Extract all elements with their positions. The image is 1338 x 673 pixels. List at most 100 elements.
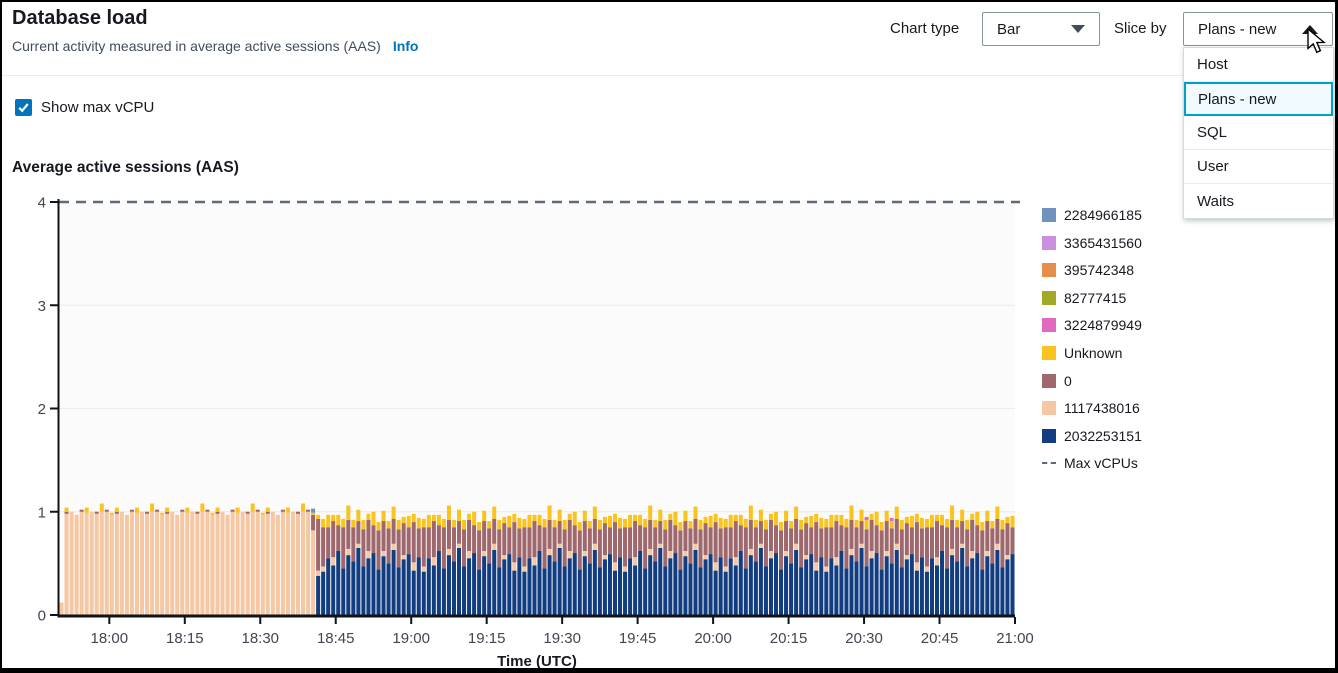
bar-segment (532, 521, 536, 557)
bar-segment (754, 520, 758, 527)
bar-segment (376, 522, 380, 530)
bar-segment (392, 519, 396, 544)
show-max-vcpu-row[interactable]: Show max vCPU (15, 99, 154, 116)
bar-segment (593, 507, 597, 519)
bar-segment (870, 514, 874, 520)
bar-segment (563, 529, 567, 566)
header-divider (2, 75, 1335, 76)
bar-segment (739, 525, 743, 551)
bar-segment (507, 527, 511, 554)
show-max-vcpu-checkbox[interactable] (15, 99, 32, 116)
bar-segment (402, 523, 406, 555)
x-axis-title: Time (UTC) (497, 653, 577, 670)
bar-segment (321, 519, 325, 527)
legend-item-unknown[interactable]: Unknown (1042, 346, 1142, 360)
bar-segment (814, 562, 818, 570)
legend-item-1117438016[interactable]: 1117438016 (1042, 401, 1142, 415)
bar-segment (799, 568, 803, 615)
legend-item-395742348[interactable]: 395742348 (1042, 263, 1142, 277)
bar-segment (824, 519, 828, 527)
bar-segment (784, 556, 788, 615)
legend-swatch-icon (1042, 374, 1056, 388)
legend-label: 3365431560 (1064, 235, 1142, 251)
bar-segment (361, 520, 365, 529)
bar-segment (407, 554, 411, 615)
bar-segment (417, 518, 421, 528)
legend-item-0[interactable]: 0 (1042, 374, 1142, 388)
bar-segment (970, 551, 974, 558)
bar-segment (814, 571, 818, 615)
bar-segment (422, 572, 426, 615)
dropdown-option-waits[interactable]: Waits (1184, 184, 1333, 218)
legend-swatch-icon (1042, 208, 1056, 222)
bar-segment (663, 566, 667, 615)
bar-segment (457, 548, 461, 615)
bar-segment (160, 513, 164, 515)
bar-segment (618, 518, 622, 528)
legend-item-2032253151[interactable]: 2032253151 (1042, 429, 1142, 443)
bar-segment (392, 544, 396, 550)
bar-segment (351, 527, 355, 561)
bar-segment (804, 559, 808, 615)
bar-segment (447, 555, 451, 615)
bar-segment (920, 518, 924, 528)
info-link[interactable]: Info (393, 38, 419, 54)
bar-segment (256, 510, 260, 512)
bar-segment (970, 514, 974, 520)
legend-item-3224879949[interactable]: 3224879949 (1042, 318, 1142, 332)
bar-segment (462, 566, 466, 615)
bar-segment (638, 515, 642, 525)
bar-segment (955, 561, 959, 615)
bar-segment (764, 566, 768, 615)
bar-segment (1000, 568, 1004, 615)
legend-item-2284966185[interactable]: 2284966185 (1042, 208, 1142, 222)
legend-swatch-icon (1042, 236, 1056, 250)
legend-item-82777415[interactable]: 82777415 (1042, 291, 1142, 305)
legend-item-max-vcpus[interactable]: Max vCPUs (1042, 456, 1142, 470)
bar-segment (507, 516, 511, 527)
bar-segment (402, 517, 406, 523)
bar-segment (477, 522, 481, 530)
bar-segment (749, 555, 753, 615)
bar-segment (236, 513, 240, 615)
bar-segment (719, 518, 723, 528)
bar-segment (502, 517, 506, 523)
dropdown-option-user[interactable]: User (1184, 150, 1333, 184)
legend-swatch-icon (1042, 346, 1056, 360)
bar-segment (1010, 554, 1014, 615)
y-tick-label: 3 (38, 298, 46, 315)
bar-segment (205, 510, 209, 512)
bar-segment (824, 572, 828, 615)
dropdown-option-sql[interactable]: SQL (1184, 116, 1333, 150)
dropdown-option-plans-new[interactable]: Plans - new (1184, 82, 1333, 116)
chart-type-select[interactable]: Bar (982, 12, 1100, 46)
bar-segment (950, 549, 954, 555)
bar-segment (930, 527, 934, 558)
bar-segment (236, 508, 240, 513)
bar-segment (985, 511, 989, 521)
bar-segment (210, 513, 214, 515)
bar-segment (885, 521, 889, 551)
bar-segment (1005, 559, 1009, 615)
bar-segment (382, 551, 386, 556)
bar-segment (759, 510, 763, 521)
bar-segment (361, 529, 365, 566)
bar-segment (945, 527, 949, 568)
bar-segment (739, 551, 743, 615)
bar-segment (276, 515, 280, 615)
bar-segment (251, 503, 255, 511)
bar-segment (497, 529, 501, 567)
bar-segment (95, 514, 99, 615)
bar-segment (633, 521, 637, 557)
bar-segment (251, 512, 255, 615)
bar-segment (814, 514, 818, 522)
bar-segment (860, 521, 864, 544)
bar-segment (819, 557, 823, 615)
legend-label: 82777415 (1064, 290, 1126, 306)
bar-segment (180, 510, 184, 512)
legend-item-3365431560[interactable]: 3365431560 (1042, 236, 1142, 250)
bar-segment (331, 515, 335, 521)
bar-segment (613, 571, 617, 615)
bar-segment (407, 516, 411, 527)
bar-segment (960, 521, 964, 544)
